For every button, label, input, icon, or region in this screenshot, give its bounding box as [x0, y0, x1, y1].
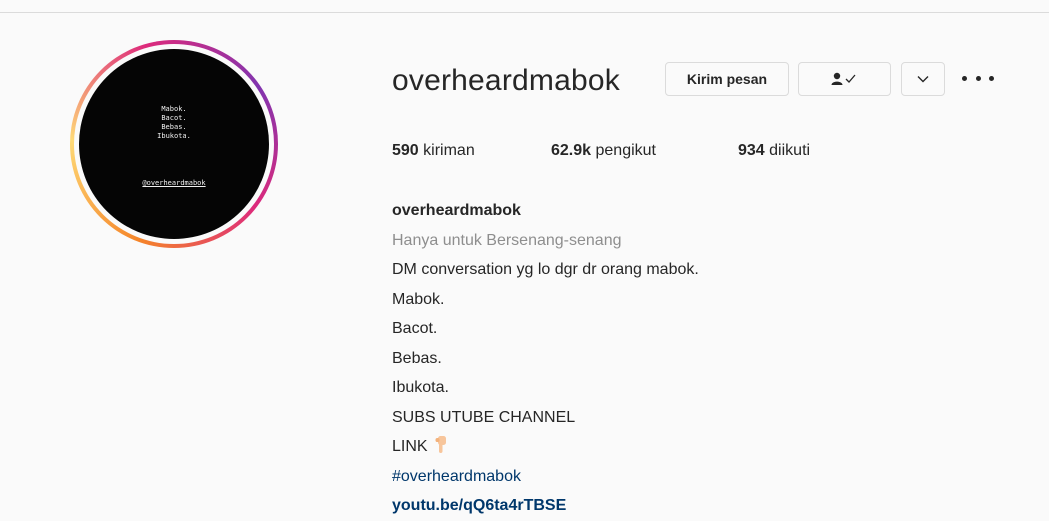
bio-line: Bacot. [392, 320, 438, 337]
bio-line: SUBS UTUBE CHANNEL [392, 408, 576, 426]
stat-posts: 590 kiriman [392, 142, 475, 159]
bio-line: Mabok. [392, 290, 445, 308]
stat-following[interactable]: 934 diikuti [738, 142, 810, 160]
bio-line: Ibukota. [392, 379, 449, 396]
bio-category: Hanya untuk Bersenang-senang [392, 231, 622, 249]
profile-bio: overheardmabok Hanya untuk Bersenang-sen… [392, 196, 699, 521]
profile-username: overheardmabok [392, 64, 620, 97]
avatar-text: Mabok. Bacot. Bebas. Ibukota. [157, 105, 191, 140]
bio-line: Bebas. [392, 349, 442, 367]
avatar-handle: @overheardmabok [142, 179, 206, 187]
pointing-down-icon [435, 436, 446, 453]
suggestions-toggle-button[interactable] [901, 62, 945, 96]
following-button[interactable] [798, 62, 891, 96]
chevron-down-icon [917, 76, 929, 83]
bio-link-line: LINK [392, 432, 699, 462]
message-button[interactable]: Kirim pesan [665, 62, 789, 96]
story-ring[interactable]: Mabok. Bacot. Bebas. Ibukota. @overheard… [70, 40, 278, 248]
bio-line: DM conversation yg lo dgr dr orang mabok… [392, 261, 699, 278]
more-options-icon[interactable] [962, 66, 994, 90]
person-check-icon [831, 72, 855, 85]
bio-name: overheardmabok [392, 202, 521, 219]
profile-avatar[interactable]: Mabok. Bacot. Bebas. Ibukota. @overheard… [79, 49, 269, 239]
stat-followers[interactable]: 62.9k pengikut [551, 142, 656, 160]
bio-website-link[interactable]: youtu.be/qQ6ta4rTBSE [392, 491, 699, 521]
bio-hashtag-link[interactable]: #overheardmabok [392, 462, 699, 492]
top-divider [0, 12, 1049, 13]
